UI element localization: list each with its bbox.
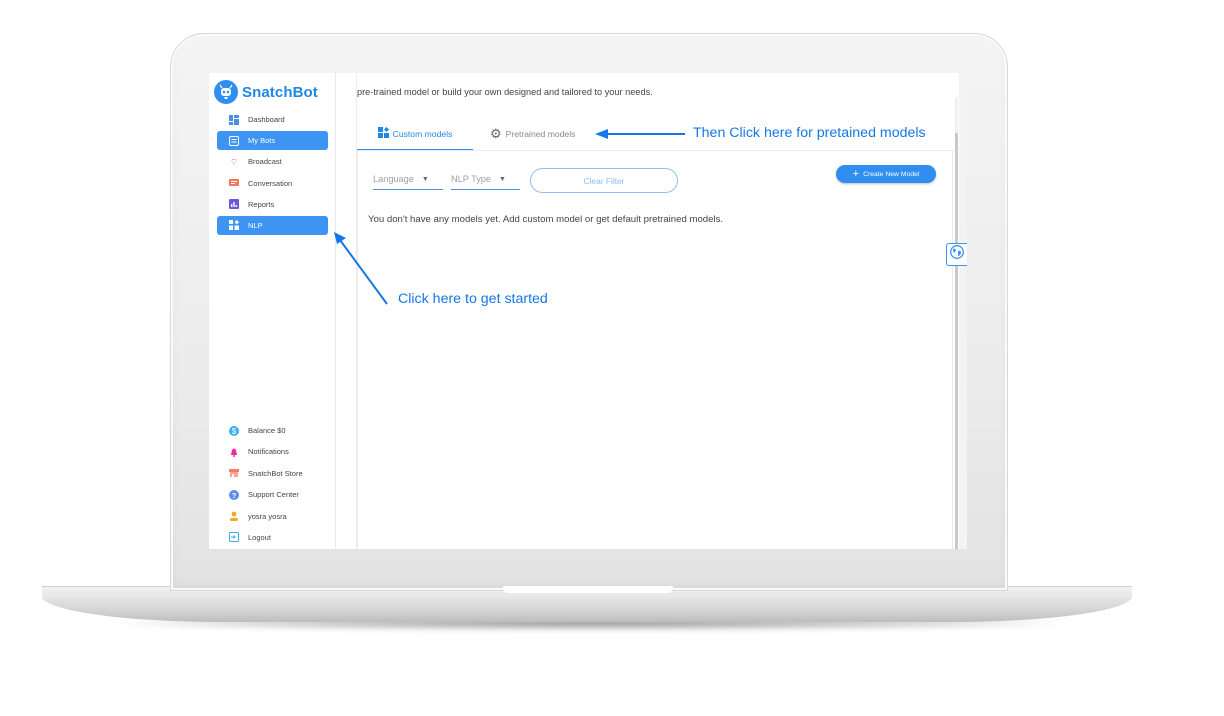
sidebar-item-dashboard[interactable]: Dashboard: [217, 110, 328, 129]
dashboard-icon: [229, 114, 239, 125]
caret-down-icon: ▼: [421, 175, 429, 183]
nlp-icon: [229, 220, 239, 231]
intro-text: pre-trained model or build your own desi…: [357, 87, 653, 97]
bots-icon: [229, 135, 239, 146]
sidebar-item-profile[interactable]: yosra yosra: [217, 507, 328, 526]
screen: SnatchBot Dashboard My Bots ⌔ Broadcast …: [209, 73, 967, 549]
scrollbar-thumb[interactable]: [955, 133, 958, 549]
plus-icon: +: [852, 168, 860, 180]
pretrained-hint: Then Click here for pretained models: [693, 125, 926, 141]
sidebar-item-reports[interactable]: Reports: [217, 195, 328, 214]
scrollbar-track[interactable]: [955, 97, 958, 549]
sidebar-item-label: Notifications: [248, 447, 289, 457]
store-icon: [229, 468, 239, 478]
tab-label: Custom models: [392, 129, 453, 139]
logo[interactable]: SnatchBot: [214, 80, 318, 104]
sidebar-nav: Dashboard My Bots ⌔ Broadcast Conversati…: [217, 110, 328, 237]
sidebar-item-label: SnatchBot Store: [248, 468, 303, 478]
sidebar-item-nlp[interactable]: NLP: [217, 215, 328, 235]
empty-state-message: You don't have any models yet. Add custo…: [368, 214, 724, 225]
sidebar-item-broadcast[interactable]: ⌔ Broadcast: [217, 152, 328, 171]
right-gutter: [959, 73, 967, 549]
sidebar: SnatchBot Dashboard My Bots ⌔ Broadcast …: [209, 73, 336, 549]
globe-icon: [950, 245, 964, 264]
language-select[interactable]: Language ▼: [373, 169, 443, 190]
sidebar-item-label: Logout: [248, 532, 271, 542]
sidebar-item-label: NLP: [248, 220, 263, 230]
broadcast-icon: ⌔: [229, 156, 239, 167]
language-globe-button[interactable]: [946, 243, 967, 266]
gear-icon: ⚙: [490, 126, 502, 141]
laptop-notch: [503, 586, 673, 593]
sidebar-item-label: Support Center: [248, 490, 299, 500]
sidebar-item-label: yosra yosra: [248, 511, 287, 521]
sidebar-item-label: My Bots: [248, 136, 276, 146]
nlp-type-select[interactable]: NLP Type ▼: [451, 169, 520, 190]
conversation-icon: [229, 178, 239, 188]
logout-icon: [229, 532, 239, 543]
nlp-type-placeholder: NLP Type: [451, 174, 492, 184]
sidebar-item-logout[interactable]: Logout: [217, 528, 328, 547]
tab-label: Pretrained models: [505, 129, 576, 139]
sidebar-item-notifications[interactable]: Notifications: [217, 442, 328, 461]
create-new-model-button[interactable]: + Create New Model: [836, 165, 936, 183]
sidebar-item-label: Reports: [248, 199, 275, 209]
tab-custom-models[interactable]: Custom models: [357, 119, 473, 151]
help-icon: ?: [229, 489, 239, 500]
laptop-base: [42, 596, 1132, 622]
tab-pretrained-models[interactable]: ⚙ Pretrained models: [490, 119, 575, 149]
user-icon: [229, 511, 239, 522]
sidebar-item-store[interactable]: SnatchBot Store: [217, 464, 328, 483]
sidebar-item-label: Balance $0: [248, 426, 286, 435]
models-panel: Language ▼ NLP Type ▼ Clear Filter + Cre…: [357, 150, 953, 549]
language-placeholder: Language: [373, 174, 414, 184]
snatchbot-logo-icon: [214, 80, 238, 104]
sidebar-item-label: Conversation: [248, 178, 293, 188]
sidebar-item-conversation[interactable]: Conversation: [217, 174, 328, 193]
sidebar-item-label: Broadcast: [248, 157, 282, 167]
reports-icon: [229, 199, 239, 210]
sidebar-item-balance[interactable]: $ Balance $0: [217, 421, 328, 440]
app-name: SnatchBot: [242, 83, 318, 101]
custom-models-icon: [377, 127, 389, 141]
sidebar-item-support[interactable]: ? Support Center: [217, 485, 328, 504]
bell-icon: [229, 447, 239, 457]
svg-text:?: ?: [232, 491, 237, 500]
sidebar-item-label: Dashboard: [248, 115, 285, 124]
balance-icon: $: [229, 425, 239, 436]
sidebar-item-my-bots[interactable]: My Bots: [217, 131, 328, 151]
clear-filter-button[interactable]: Clear Filter: [530, 168, 678, 193]
create-label: Create New Model: [863, 170, 920, 178]
sidebar-bottom-nav: $ Balance $0 Notifications SnatchBot Sto…: [217, 421, 328, 549]
svg-text:$: $: [232, 427, 237, 436]
start-hint: Click here to get started: [398, 291, 548, 307]
caret-down-icon: ▼: [499, 175, 506, 183]
